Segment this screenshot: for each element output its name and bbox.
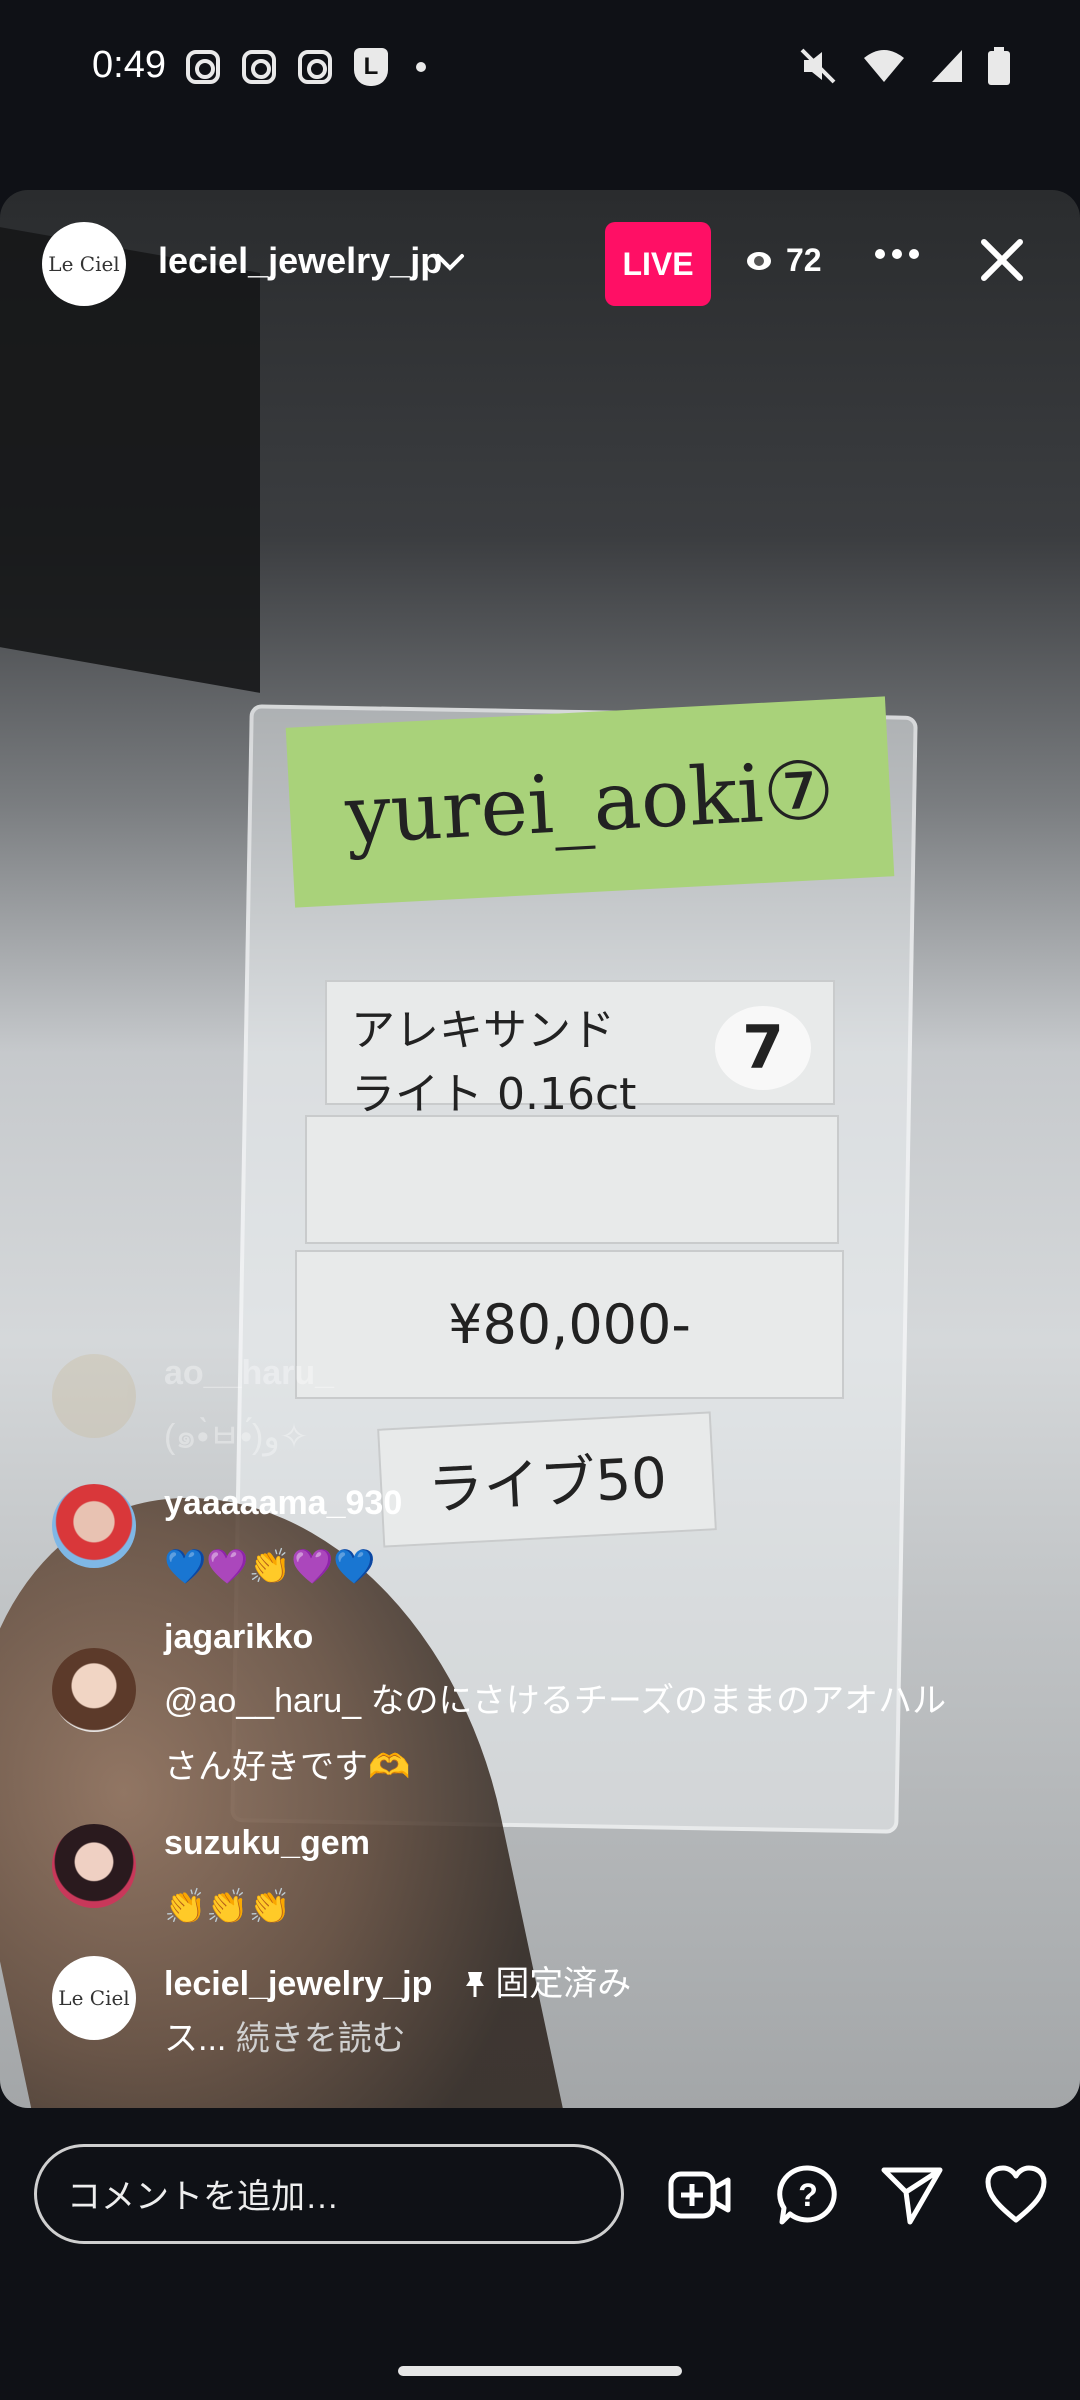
notification-icons: L bbox=[186, 48, 426, 86]
live-header: Le Ciel leciel_jewelry_jp LIVE 72 bbox=[0, 190, 1080, 330]
blank-label bbox=[305, 1115, 839, 1244]
comment-username-text[interactable]: leciel_jewelry_jp bbox=[164, 1965, 432, 2003]
comment-text: 👏👏👏 bbox=[164, 1888, 292, 1926]
price-label: ¥80,000- bbox=[295, 1250, 844, 1399]
viewer-count-value: 72 bbox=[786, 242, 822, 278]
home-indicator[interactable] bbox=[398, 2366, 682, 2376]
chevron-down-icon[interactable] bbox=[434, 246, 466, 278]
instagram-icon bbox=[242, 50, 276, 84]
read-more-link[interactable]: 続きを読む bbox=[236, 2020, 406, 2058]
status-bar: 0:49 L bbox=[0, 0, 1080, 135]
sticky-note: yurei_aoki⑦ bbox=[285, 696, 895, 908]
comment-text: 💙💜👏💜💙 bbox=[164, 1548, 376, 1586]
avatar[interactable] bbox=[52, 1648, 136, 1732]
pinned-label: 固定済み bbox=[495, 1965, 632, 2003]
comment-username[interactable]: suzuku_gem bbox=[164, 1824, 370, 1863]
question-icon[interactable]: ? bbox=[776, 2164, 840, 2226]
pinned-indicator: 固定済み bbox=[464, 1965, 631, 2003]
send-icon[interactable] bbox=[880, 2164, 944, 2226]
comment-username[interactable]: jagarikko bbox=[164, 1618, 313, 1657]
instagram-icon bbox=[298, 50, 332, 84]
comment-username[interactable]: yaaaaama_930 bbox=[164, 1484, 402, 1523]
avatar[interactable] bbox=[52, 1354, 136, 1438]
system-icons bbox=[798, 46, 1010, 91]
eye-icon bbox=[744, 242, 774, 279]
status-time: 0:49 bbox=[92, 44, 166, 86]
comment-text: @ao__haru_ なのにさけるチーズのままのアオハルさん好きです🫶 bbox=[164, 1682, 947, 1786]
live-video[interactable]: yurei_aoki⑦ アレキサンド ライト 0.16ct 7 ¥80,000-… bbox=[0, 190, 1080, 2108]
battery-icon bbox=[988, 47, 1010, 90]
more-options-icon[interactable] bbox=[874, 234, 920, 274]
avatar[interactable] bbox=[52, 1824, 136, 1908]
comment-text: (๑•̀ㅂ•́)و✧ bbox=[164, 1418, 309, 1456]
close-icon[interactable] bbox=[978, 236, 1026, 284]
svg-text:?: ? bbox=[798, 2177, 818, 2213]
l-app-icon: L bbox=[354, 48, 388, 86]
comment-text: ス... 続きを読む bbox=[164, 2006, 964, 2072]
more-notifications-dot bbox=[416, 62, 426, 72]
wifi-icon bbox=[862, 48, 906, 89]
live-badge: LIVE bbox=[605, 222, 711, 306]
comment-username[interactable]: ao__haru_ bbox=[164, 1354, 334, 1393]
comment-username[interactable]: leciel_jewelry_jp 固定済み bbox=[164, 1956, 631, 2005]
comment-text-preview: ス... bbox=[164, 2020, 227, 2058]
product-name: アレキサンド ライト 0.16ct bbox=[351, 1005, 637, 1120]
mute-icon bbox=[798, 46, 838, 91]
add-video-icon[interactable] bbox=[668, 2164, 732, 2226]
viewer-count[interactable]: 72 bbox=[744, 242, 822, 279]
product-label: アレキサンド ライト 0.16ct 7 bbox=[325, 980, 835, 1120]
host-username[interactable]: leciel_jewelry_jp bbox=[158, 240, 442, 282]
avatar[interactable] bbox=[52, 1484, 136, 1568]
heart-icon[interactable] bbox=[984, 2164, 1048, 2226]
product-number: 7 bbox=[715, 1006, 811, 1090]
bottom-bar: コメントを追加… ? bbox=[0, 2108, 1080, 2278]
comment-input[interactable]: コメントを追加… bbox=[34, 2144, 624, 2244]
signal-icon bbox=[930, 48, 964, 89]
avatar[interactable]: Le Ciel bbox=[52, 1956, 136, 2040]
avatar[interactable]: Le Ciel bbox=[42, 222, 126, 306]
pin-icon bbox=[464, 1965, 495, 2003]
instagram-icon bbox=[186, 50, 220, 84]
